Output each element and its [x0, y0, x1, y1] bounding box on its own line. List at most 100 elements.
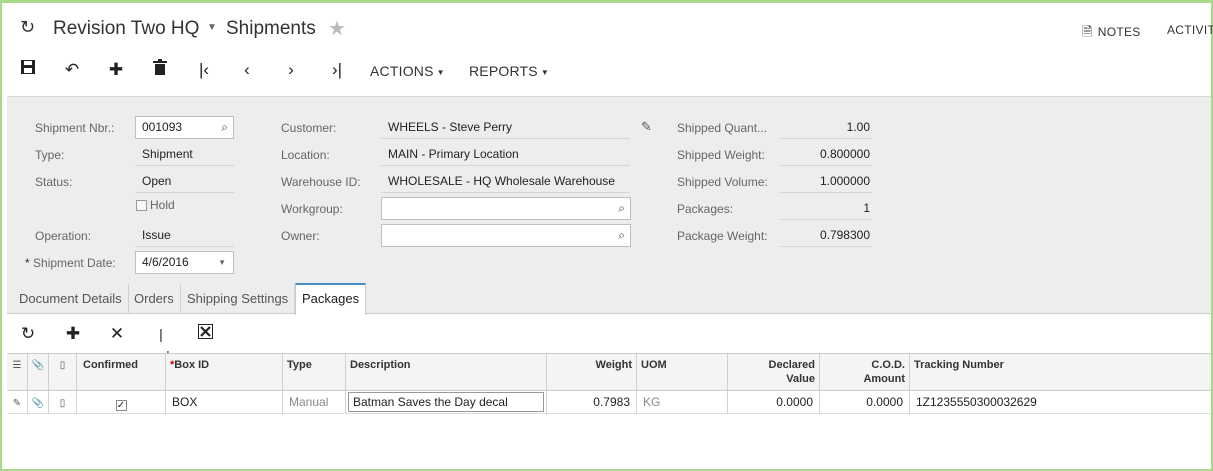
shipped-quantity-value: 1.00 [779, 117, 872, 139]
document-icon[interactable]: ▯ [49, 391, 77, 413]
fit-columns-icon[interactable]: |↔| [151, 323, 171, 364]
column-header-confirmed[interactable]: Confirmed [77, 354, 166, 390]
notes-label: NOTES [1097, 25, 1141, 39]
last-record-icon[interactable]: ›| [326, 59, 348, 81]
description-input[interactable]: Batman Saves the Day decal [348, 392, 544, 412]
shipment-date-field[interactable]: 4/6/2016 ▼ [135, 251, 234, 274]
confirmed-checkbox[interactable]: ✓ [115, 400, 127, 411]
refresh-icon[interactable]: ↻ [18, 323, 38, 345]
actions-menu[interactable]: ACTIONS ▼ [370, 63, 445, 79]
actions-label: ACTIONS [370, 63, 434, 79]
edit-row-pencil-icon[interactable]: ✎ [7, 391, 28, 413]
shipment-nbr-field[interactable]: 001093 ⌕ [135, 116, 234, 139]
shipped-volume-value: 1.000000 [779, 171, 872, 193]
search-icon[interactable]: ⌕ [618, 225, 625, 246]
tab-bar: Document Details Orders Shipping Setting… [7, 283, 1211, 315]
notes-button[interactable]: 🗎 NOTES [1082, 23, 1141, 45]
hold-checkbox[interactable] [136, 200, 147, 211]
column-header-declared-value[interactable]: Declared Value [728, 354, 820, 390]
row-selector-icon[interactable]: ☰ [7, 354, 28, 390]
company-name[interactable]: Revision Two HQ [53, 18, 199, 40]
package-weight-label: Package Weight: [677, 229, 768, 243]
shipped-weight-label: Shipped Weight: [677, 148, 765, 162]
packages-label: Packages: [677, 202, 734, 216]
shipment-nbr-value: 001093 [142, 120, 183, 134]
column-header-uom[interactable]: UOM [637, 354, 728, 390]
packages-grid-toolbar: ↻ ✚ ✕ |↔| [7, 315, 1211, 364]
grid-header-row: ☰ 📎 ▯ Confirmed *Box ID Type Description… [7, 353, 1211, 391]
reports-menu[interactable]: REPORTS ▼ [469, 63, 549, 79]
tab-document-details[interactable]: Document Details [13, 284, 129, 314]
main-toolbar: ↶ ✚ |‹ ‹ › ›| ACTIONS ▼ REPORTS ▼ [0, 55, 1213, 91]
declared-value-cell[interactable]: 0.0000 [728, 391, 820, 413]
title-bar: ↻ Revision Two HQ ▼ Shipments ★ 🗎 NOTES A… [0, 3, 1213, 55]
add-row-icon[interactable]: ✚ [63, 323, 83, 345]
shipment-summary-form: Shipment Nbr.: 001093 ⌕ Type: Shipment S… [7, 96, 1211, 284]
refresh-icon[interactable]: ↻ [20, 17, 35, 38]
column-header-box-id[interactable]: *Box ID [166, 354, 283, 390]
package-weight-value: 0.798300 [779, 225, 872, 247]
next-record-icon[interactable]: › [280, 59, 302, 81]
document-icon: ▯ [49, 354, 77, 390]
confirmed-cell[interactable]: ✓ [77, 391, 166, 413]
workgroup-field[interactable]: ⌕ [381, 197, 631, 220]
chevron-down-icon[interactable]: ▼ [207, 22, 217, 33]
export-excel-icon[interactable] [195, 323, 215, 345]
column-header-description[interactable]: Description [346, 354, 547, 390]
page-title: Shipments [226, 18, 316, 39]
box-id-cell[interactable]: BOX [166, 391, 283, 413]
save-icon[interactable] [17, 59, 39, 81]
shipped-quantity-label: Shipped Quant... [677, 121, 768, 135]
weight-cell[interactable]: 0.7983 [547, 391, 637, 413]
edit-pencil-icon[interactable]: ✎ [641, 119, 652, 135]
column-header-cod-amount[interactable]: C.O.D. Amount [820, 354, 910, 390]
tab-shipping-settings[interactable]: Shipping Settings [181, 284, 296, 314]
owner-field[interactable]: ⌕ [381, 224, 631, 247]
previous-record-icon[interactable]: ‹ [236, 59, 258, 81]
favorite-star-icon[interactable]: ★ [328, 16, 346, 41]
delete-row-icon[interactable]: ✕ [107, 323, 127, 345]
tab-packages[interactable]: Packages [295, 283, 367, 315]
table-row[interactable]: ✎ 📎 ▯ ✓ BOX Manual Batman Saves the Day … [7, 391, 1211, 414]
uom-cell[interactable]: KG [637, 391, 728, 413]
shipped-weight-value: 0.800000 [779, 144, 872, 166]
type-cell[interactable]: Manual [283, 391, 346, 413]
shipped-volume-label: Shipped Volume: [677, 175, 768, 189]
description-cell[interactable]: Batman Saves the Day decal [346, 391, 547, 413]
activities-button[interactable]: ACTIVITIES [1167, 23, 1213, 37]
chevron-down-icon: ▼ [540, 67, 549, 77]
column-header-type[interactable]: Type [283, 354, 346, 390]
tab-orders[interactable]: Orders [128, 284, 181, 314]
location-label: Location: [281, 148, 330, 162]
chevron-down-icon: ▼ [436, 67, 445, 77]
warehouse-label: Warehouse ID: [281, 175, 361, 189]
status-value: Open [135, 171, 234, 193]
add-icon[interactable]: ✚ [105, 59, 127, 81]
first-record-icon[interactable]: |‹ [193, 59, 215, 81]
attachment-icon: 📎 [28, 354, 49, 390]
cod-line-1: C.O.D. [871, 359, 905, 371]
hold-label: Hold [150, 198, 175, 212]
column-header-tracking-number[interactable]: Tracking Number [910, 354, 1211, 390]
cod-amount-cell[interactable]: 0.0000 [820, 391, 910, 413]
packages-value: 1 [779, 198, 872, 220]
type-value[interactable]: Shipment [135, 144, 234, 166]
column-header-weight[interactable]: Weight [547, 354, 637, 390]
declared-value-line-2: Value [786, 373, 815, 385]
search-icon[interactable]: ⌕ [618, 198, 625, 219]
operation-label: Operation: [35, 229, 92, 243]
undo-icon[interactable]: ↶ [61, 59, 83, 81]
operation-value[interactable]: Issue [135, 225, 234, 247]
shipment-nbr-label: Shipment Nbr.: [35, 121, 115, 135]
chevron-down-icon[interactable]: ▼ [218, 252, 226, 273]
warehouse-value[interactable]: WHOLESALE - HQ Wholesale Warehouse [381, 171, 630, 193]
attachment-icon[interactable]: 📎 [28, 391, 49, 413]
cod-line-2: Amount [863, 373, 905, 385]
column-header-box-id-label: Box ID [174, 359, 210, 371]
search-icon[interactable]: ⌕ [221, 117, 228, 138]
tracking-number-cell[interactable]: 1Z1235550300032629 [910, 391, 1211, 413]
customer-value[interactable]: WHEELS - Steve Perry [381, 117, 630, 139]
delete-icon[interactable] [149, 59, 171, 81]
notes-icon: 🗎 [1082, 24, 1093, 39]
location-value[interactable]: MAIN - Primary Location [381, 144, 630, 166]
